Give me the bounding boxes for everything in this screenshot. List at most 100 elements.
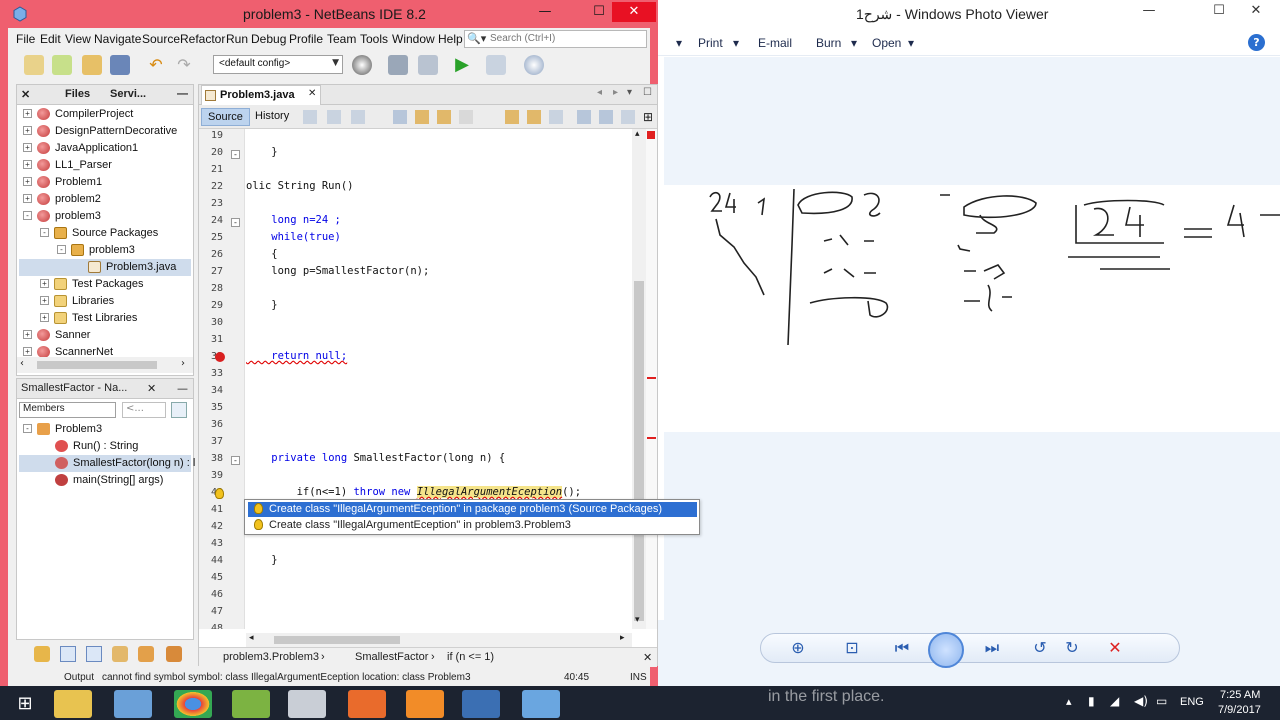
- tree-item[interactable]: + CompilerProject: [19, 106, 191, 123]
- tree-item[interactable]: + Test Packages: [19, 276, 191, 293]
- pen-icon[interactable]: [348, 690, 386, 718]
- hint-create-class-package[interactable]: Create class "IllegalArgumentEception" i…: [248, 502, 697, 517]
- expand-icon[interactable]: +: [23, 109, 32, 118]
- menu-help[interactable]: Help: [438, 32, 463, 46]
- chevron-down-icon[interactable]: ▾: [733, 36, 739, 50]
- tree-item[interactable]: - Source Packages: [19, 225, 191, 242]
- shift-right-icon[interactable]: [599, 110, 613, 124]
- maximize-button[interactable]: ☐: [584, 2, 614, 22]
- expand-icon[interactable]: +: [40, 296, 49, 305]
- keyboard-icon[interactable]: ▭: [1156, 694, 1167, 708]
- toggle-bookmark-icon[interactable]: [549, 110, 563, 124]
- minimize-button[interactable]: —: [1133, 0, 1165, 22]
- breadcrumb-method[interactable]: SmallestFactor: [355, 651, 428, 663]
- print-menu[interactable]: Print: [698, 36, 723, 50]
- editor-horizontal-scrollbar[interactable]: ◂ ▸: [246, 633, 632, 647]
- menu-profile[interactable]: Profile: [289, 32, 323, 46]
- help-icon[interactable]: ?: [1248, 34, 1265, 51]
- next-bookmark-icon[interactable]: [527, 110, 541, 124]
- tree-item[interactable]: + Problem1: [19, 174, 191, 191]
- fold-icon[interactable]: -: [231, 456, 240, 465]
- comment-icon[interactable]: [621, 110, 635, 124]
- chevron-left-icon[interactable]: ‹: [20, 358, 24, 369]
- tab-services[interactable]: Servi...: [110, 88, 146, 100]
- chevron-down-icon[interactable]: ▾: [908, 36, 914, 50]
- navigator-item[interactable]: - Problem3: [19, 421, 191, 438]
- redo-icon[interactable]: ↷: [174, 55, 194, 75]
- scroll-thumb[interactable]: [634, 281, 644, 621]
- sort-icon[interactable]: [166, 646, 182, 662]
- menu-run[interactable]: Run: [226, 32, 248, 46]
- close-icon[interactable]: ✕: [147, 382, 156, 395]
- breadcrumb-class[interactable]: problem3.Problem3: [223, 651, 319, 663]
- netbeans-task-icon[interactable]: [114, 690, 152, 718]
- static-filter-icon[interactable]: [86, 646, 102, 662]
- class-filter-icon[interactable]: [138, 646, 154, 662]
- slideshow-button[interactable]: [928, 632, 964, 668]
- close-icon[interactable]: ✕: [21, 88, 30, 101]
- members-select[interactable]: Members: [19, 402, 116, 418]
- menu-refactor[interactable]: Refactor: [180, 32, 225, 46]
- tree-item[interactable]: + Libraries: [19, 293, 191, 310]
- clock-date[interactable]: 7/9/2017: [1218, 704, 1261, 716]
- expand-icon[interactable]: +: [23, 160, 32, 169]
- run-icon[interactable]: ▶: [452, 55, 472, 75]
- expand-icon[interactable]: +: [40, 313, 49, 322]
- tray-chevron-up-icon[interactable]: ▴: [1066, 695, 1072, 708]
- navigator-item[interactable]: Run() : String: [19, 438, 191, 455]
- toggle-highlight-icon[interactable]: [459, 110, 473, 124]
- zoom-icon[interactable]: ⊕: [786, 638, 810, 657]
- volume-icon[interactable]: ◀): [1134, 694, 1148, 708]
- navigator-item[interactable]: SmallestFactor(long n) : l: [19, 455, 195, 472]
- minimize-button[interactable]: —: [530, 2, 560, 22]
- rotate-right-icon[interactable]: ↻: [1060, 638, 1084, 657]
- tree-item[interactable]: + Test Libraries: [19, 310, 191, 327]
- forward-icon[interactable]: [351, 110, 365, 124]
- expand-icon[interactable]: +: [23, 347, 32, 356]
- delete-icon[interactable]: ✕: [1103, 638, 1127, 657]
- gear-icon[interactable]: [34, 646, 50, 662]
- android-icon[interactable]: [232, 690, 270, 718]
- error-summary-icon[interactable]: [647, 131, 655, 139]
- new-file-icon[interactable]: [24, 55, 44, 75]
- scope-select[interactable]: <...: [122, 402, 166, 418]
- tab-files[interactable]: Files: [65, 88, 90, 100]
- network-icon[interactable]: ◢: [1110, 694, 1119, 708]
- lock-icon[interactable]: [112, 646, 128, 662]
- source-button[interactable]: Source: [201, 108, 250, 126]
- close-button[interactable]: ✕: [612, 2, 656, 22]
- chrome-icon[interactable]: [174, 690, 212, 718]
- collapse-icon[interactable]: -: [57, 245, 66, 254]
- tree-item[interactable]: + problem2: [19, 191, 191, 208]
- tree-item[interactable]: Problem3.java: [19, 259, 191, 276]
- tree-item[interactable]: + JavaApplication1: [19, 140, 191, 157]
- split-icon[interactable]: ⊞: [643, 110, 655, 124]
- previous-icon[interactable]: ⏮: [890, 638, 914, 658]
- sublime-icon[interactable]: [406, 690, 444, 718]
- tree-item[interactable]: - problem3: [19, 208, 191, 225]
- tree-item[interactable]: + LL1_Parser: [19, 157, 191, 174]
- menu-edit[interactable]: Edit: [40, 32, 61, 46]
- language-indicator[interactable]: ENG: [1180, 696, 1204, 708]
- chevron-right-icon[interactable]: ▸: [620, 633, 625, 643]
- filter-icon[interactable]: [171, 402, 187, 418]
- menu-file[interactable]: File: [16, 32, 35, 46]
- expand-icon[interactable]: +: [23, 330, 32, 339]
- clock-time[interactable]: 7:25 AM: [1220, 689, 1260, 701]
- editor-vertical-scrollbar[interactable]: ▴ ▾: [632, 129, 646, 629]
- new-project-icon[interactable]: [52, 55, 72, 75]
- tree-item[interactable]: + Sanner: [19, 327, 191, 344]
- find-previous-icon[interactable]: [415, 110, 429, 124]
- code-area[interactable]: } olic String Run() long n=24 ; while(tr…: [246, 129, 632, 629]
- build-icon[interactable]: [388, 55, 408, 75]
- file-explorer-icon[interactable]: [54, 690, 92, 718]
- menu-team[interactable]: Team: [327, 32, 356, 46]
- email-menu[interactable]: E-mail: [758, 36, 792, 50]
- burn-menu[interactable]: Burn: [816, 36, 841, 50]
- globe-icon[interactable]: [352, 55, 372, 75]
- hint-create-class-inner[interactable]: Create class "IllegalArgumentEception" i…: [248, 518, 697, 533]
- field-filter-icon[interactable]: [60, 646, 76, 662]
- projects-scrollbar[interactable]: ‹ ›: [17, 357, 193, 373]
- battery-icon[interactable]: ▮: [1088, 694, 1095, 708]
- tab-problem3-java[interactable]: Problem3.java ✕: [201, 85, 321, 105]
